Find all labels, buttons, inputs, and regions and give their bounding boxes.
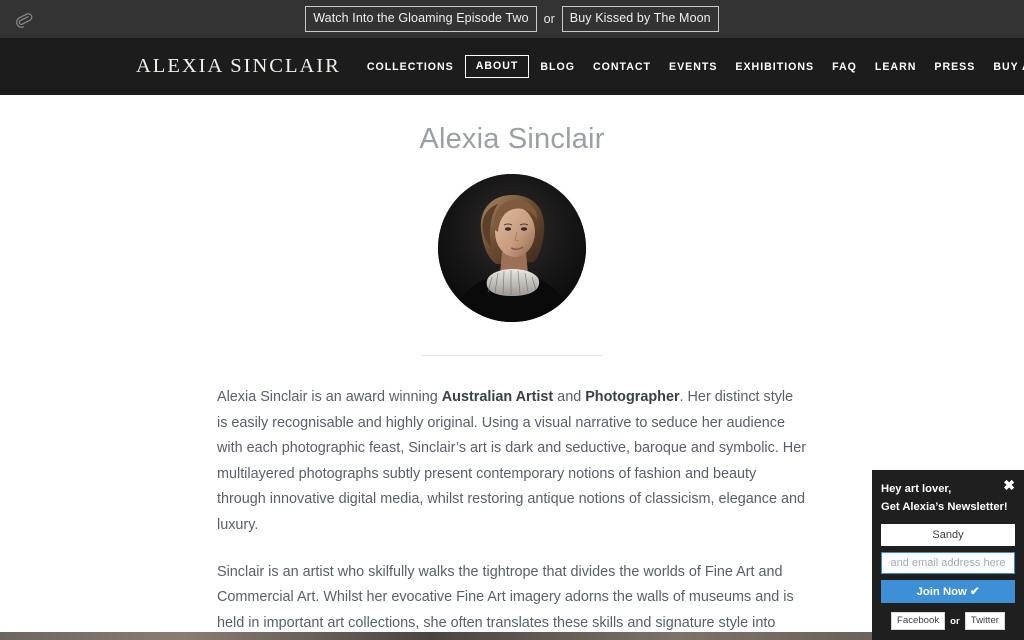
nav-item-blog[interactable]: BLOG: [531, 56, 584, 78]
nav-items: COLLECTIONS ABOUT BLOG CONTACT EVENTS EX…: [358, 55, 1024, 78]
facebook-signup-button[interactable]: Facebook: [891, 612, 946, 630]
promo-or-label: or: [543, 12, 555, 26]
page-content: Alexia Sinclair Alexia Sinclair is an aw…: [0, 95, 1024, 640]
newsletter-email-input[interactable]: [881, 552, 1015, 575]
bio-paragraph-2: Sinclair is an artist who skilfully walk…: [217, 560, 807, 640]
site-logo[interactable]: ALEXIA SINCLAIR: [136, 55, 341, 78]
bio-text: Alexia Sinclair is an award winning Aust…: [217, 356, 807, 640]
bio-p1-part-c: . Her distinct style is easily recognisa…: [217, 389, 806, 533]
social-or-label: or: [950, 615, 960, 627]
bio-p1-part-a: Alexia Sinclair is an award winning: [217, 389, 442, 405]
nav-item-learn[interactable]: LEARN: [866, 56, 926, 78]
join-now-button[interactable]: Join Now ✔: [881, 580, 1015, 604]
popup-social-row: Facebook or Twitter: [881, 612, 1015, 630]
watch-episode-button[interactable]: Watch Into the Gloaming Episode Two: [305, 6, 537, 32]
portrait-container: [0, 174, 1024, 327]
bio-p2-part-a: Sinclair is an artist who skilfully walk…: [217, 563, 794, 631]
portrait-illustration: [438, 174, 586, 322]
nav-item-exhibitions[interactable]: EXHIBITIONS: [726, 56, 823, 78]
main-navigation: ALEXIA SINCLAIR COLLECTIONS ABOUT BLOG C…: [0, 38, 1024, 95]
bio-p1-conjunction: and: [553, 389, 586, 405]
bio-p1-bold-australian-artist: Australian Artist: [441, 389, 554, 405]
newsletter-popup: ✖ Hey art lover, Get Alexia’s Newsletter…: [872, 470, 1024, 640]
nav-item-faq[interactable]: FAQ: [823, 56, 866, 78]
close-icon[interactable]: ✖: [1003, 478, 1015, 492]
buy-kissed-by-the-moon-button[interactable]: Buy Kissed by The Moon: [561, 6, 719, 32]
promo-banner: Watch Into the Gloaming Episode Two or B…: [0, 0, 1024, 38]
bottom-image-strip: [0, 632, 1024, 640]
newsletter-name-input[interactable]: [881, 524, 1015, 547]
popup-heading-line-2: Get Alexia’s Newsletter!: [881, 501, 1008, 514]
page-title: Alexia Sinclair: [419, 123, 605, 155]
popup-heading-line-1: Hey art lover,: [881, 483, 952, 496]
bio-paragraph-1: Alexia Sinclair is an award winning Aust…: [217, 385, 807, 539]
ruff-collar: [486, 269, 540, 296]
paperclip-icon: [13, 8, 35, 30]
nav-item-contact[interactable]: CONTACT: [584, 56, 660, 78]
nav-item-about[interactable]: ABOUT: [464, 55, 530, 78]
nav-item-collections[interactable]: COLLECTIONS: [358, 56, 463, 78]
bio-p1-bold-photographer: Photographer: [585, 389, 680, 405]
twitter-signup-button[interactable]: Twitter: [964, 612, 1005, 630]
nav-item-press[interactable]: PRESS: [925, 56, 984, 78]
portrait-photo: [438, 174, 586, 322]
nav-item-buy-art[interactable]: BUY ART: [984, 56, 1024, 78]
nav-item-events[interactable]: EVENTS: [660, 56, 726, 78]
